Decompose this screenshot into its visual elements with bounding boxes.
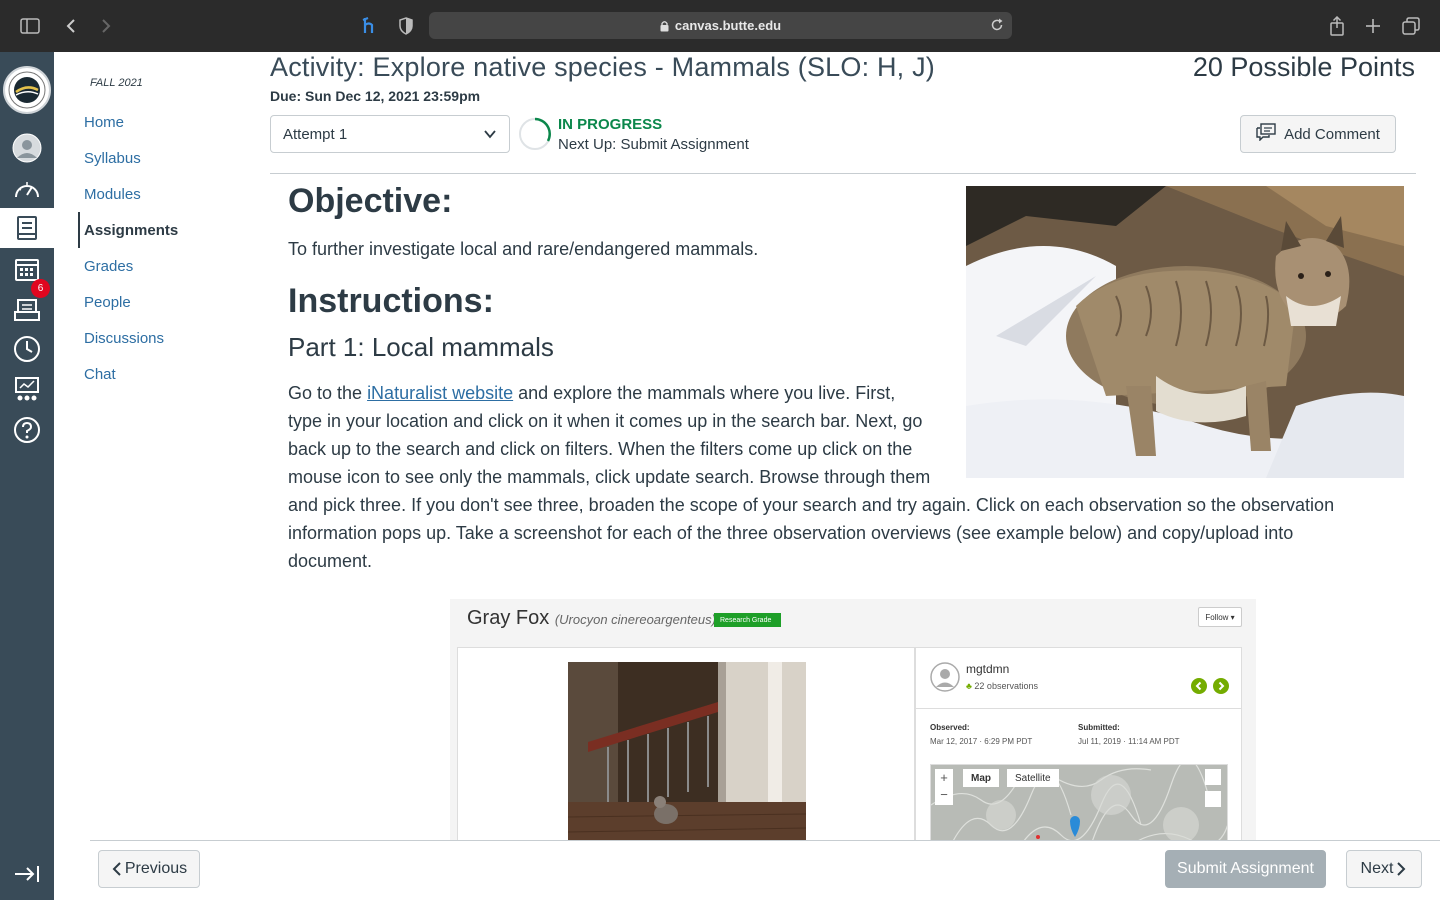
address-bar[interactable]: canvas.butte.edu: [429, 12, 1012, 39]
observer-username: mgtdmn: [966, 662, 1010, 676]
submitted-value: Jul 11, 2019 · 11:14 AM PDT: [1078, 737, 1180, 746]
map-layers-icon: [1205, 769, 1221, 785]
forward-icon[interactable]: [94, 14, 118, 38]
account-icon[interactable]: [0, 128, 54, 168]
user-avatar-icon: [930, 662, 960, 692]
objective-text: To further investigate local and rare/en…: [288, 239, 759, 259]
dashboard-icon[interactable]: [0, 169, 54, 209]
tab-overview-icon[interactable]: [1399, 14, 1423, 38]
species-common-name: Gray Fox: [467, 607, 550, 629]
instructions-heading: Instructions:: [288, 282, 494, 320]
course-nav-discussions[interactable]: Discussions: [84, 330, 164, 347]
instructions-line-1: Go to the iNaturalist website and explor…: [288, 379, 895, 407]
instructions-line-6: information pops up. Take a screenshot f…: [288, 523, 1294, 543]
previous-button[interactable]: Previous: [98, 850, 200, 888]
due-date: Due: Sun Dec 12, 2021 23:59pm: [270, 88, 481, 104]
active-indicator: [78, 212, 80, 248]
help-icon[interactable]: [0, 410, 54, 450]
observation-details-panel: mgtdmn ♣ 22 observations Observed: Mar 1…: [915, 647, 1242, 840]
instructions-line-7: document.: [288, 551, 373, 571]
assignment-content: Objective: To further investigate local …: [270, 174, 1416, 840]
part1-heading: Part 1: Local mammals: [288, 332, 554, 362]
sidebar-toggle-icon[interactable]: [18, 14, 42, 38]
course-nav-grades[interactable]: Grades: [84, 258, 133, 275]
new-tab-icon[interactable]: [1361, 14, 1385, 38]
research-grade-badge: Research Grade: [714, 613, 782, 627]
hypothesis-extension-icon[interactable]: [358, 14, 382, 38]
map-tab: Map: [963, 769, 999, 787]
lock-icon: [660, 20, 669, 31]
college-logo[interactable]: [3, 66, 51, 114]
add-comment-label: Add Comment: [1284, 125, 1380, 143]
observation-photo-panel: [457, 647, 915, 840]
attempt-select-value: Attempt 1: [283, 125, 348, 143]
course-nav-chat[interactable]: Chat: [84, 366, 116, 383]
inbox-icon[interactable]: 6: [0, 279, 54, 329]
chevron-left-icon: [112, 862, 121, 876]
observation-count-text: 22 observations: [974, 681, 1038, 691]
reload-icon[interactable]: [990, 18, 1004, 37]
chevron-down-icon: [483, 127, 497, 145]
previous-label: Previous: [124, 860, 188, 877]
satellite-tab: Satellite: [1007, 769, 1059, 787]
status-badge: IN PROGRESS: [558, 116, 663, 133]
collapse-nav-icon[interactable]: [0, 854, 54, 894]
previous-observation-icon: [1191, 678, 1207, 694]
map-zoom-controls: + −: [935, 769, 953, 805]
back-icon[interactable]: [59, 14, 83, 38]
add-comment-button[interactable]: Add Comment: [1240, 115, 1396, 153]
browser-toolbar: canvas.butte.edu: [0, 0, 1440, 52]
history-icon[interactable]: [0, 329, 54, 369]
inbox-unread-badge: 6: [31, 279, 50, 298]
course-nav-assignments[interactable]: Assignments: [84, 222, 178, 239]
submit-assignment-button[interactable]: Submit Assignment: [1165, 850, 1326, 888]
instructions-intro: Go to the: [288, 383, 368, 403]
instructions-line-3: back up to the search and click on filte…: [288, 439, 913, 459]
commons-icon[interactable]: [0, 370, 54, 410]
map-fullscreen-icon: [1205, 791, 1221, 807]
submitted-label: Submitted:: [1078, 723, 1120, 732]
gray-fox-photo: [568, 662, 806, 840]
privacy-shield-icon[interactable]: [394, 14, 418, 38]
species-scientific-name: (Urocyon cinereoargenteus): [554, 612, 716, 627]
observed-value: Mar 12, 2017 · 6:29 PM PDT: [930, 737, 1033, 746]
chevron-right-icon: [1397, 862, 1406, 876]
term-label: FALL 2021: [90, 77, 143, 89]
comment-icon: [1256, 123, 1276, 145]
species-title: Gray Fox (Urocyon cinereoargenteus): [467, 607, 716, 630]
progress-ring-icon: [519, 117, 551, 150]
course-nav-syllabus[interactable]: Syllabus: [84, 150, 141, 167]
observed-label: Observed:: [930, 723, 970, 732]
instructions-line-5: and pick three. If you don't see three, …: [288, 495, 1335, 515]
inaturalist-link[interactable]: iNaturalist website: [367, 383, 513, 403]
next-observation-icon: [1213, 678, 1229, 694]
course-navigation: FALL 2021 Home Syllabus Modules Assignme…: [54, 52, 254, 840]
possible-points: 20 Possible Points: [1192, 52, 1415, 82]
next-label: Next: [1360, 860, 1394, 877]
attempt-select[interactable]: Attempt 1: [270, 115, 510, 153]
inaturalist-example-screenshot: Gray Fox (Urocyon cinereoargenteus) Rese…: [450, 599, 1256, 840]
leaf-icon: ♣: [966, 681, 972, 691]
submit-label: Submit Assignment: [1177, 860, 1314, 877]
instructions-line-4: mouse icon to see only the mammals, clic…: [288, 467, 931, 487]
objective-heading: Objective:: [288, 182, 453, 220]
details-divider: [916, 708, 1241, 709]
global-navigation: 6: [0, 52, 54, 900]
observation-map: + − Map Satellite: [930, 764, 1228, 840]
assignment-title: Activity: Explore native species - Mamma…: [270, 52, 935, 82]
bobcat-photo: [966, 186, 1404, 478]
courses-icon[interactable]: [0, 208, 54, 248]
follow-button: Follow ▾: [1198, 607, 1242, 627]
course-nav-people[interactable]: People: [84, 294, 131, 311]
next-button[interactable]: Next: [1346, 850, 1422, 888]
observation-count: ♣ 22 observations: [966, 681, 1038, 691]
instructions-line-2: type in your location and click on it wh…: [288, 411, 923, 431]
next-up-text: Next Up: Submit Assignment: [558, 136, 749, 153]
url-text: canvas.butte.edu: [674, 18, 782, 33]
share-icon[interactable]: [1325, 14, 1349, 38]
instructions-line-1-rest: and explore the mammals where you live. …: [513, 383, 896, 403]
footer-bar: Previous Submit Assignment Next: [90, 840, 1440, 900]
course-nav-home[interactable]: Home: [84, 114, 124, 131]
course-nav-modules[interactable]: Modules: [84, 186, 141, 203]
